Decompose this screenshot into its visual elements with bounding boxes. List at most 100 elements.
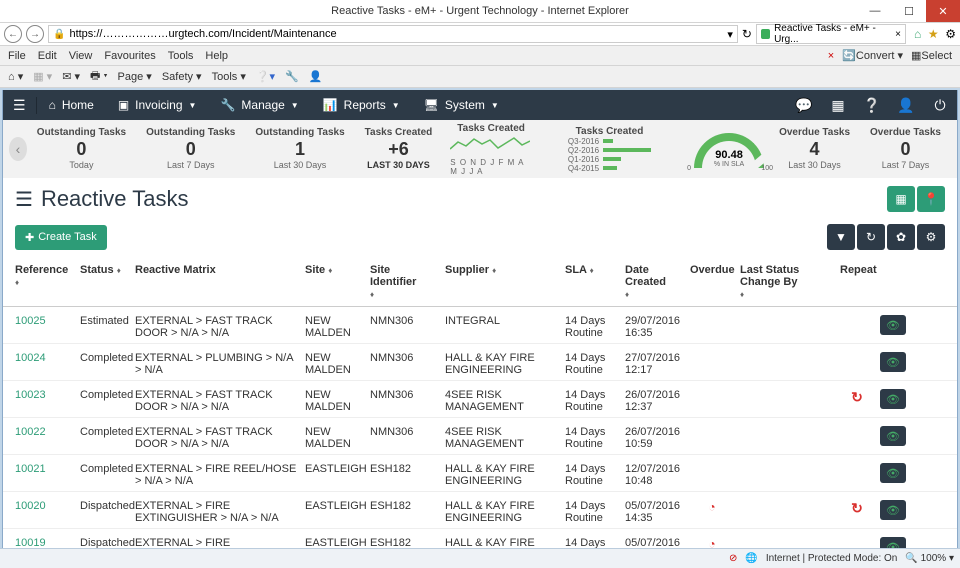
view-button[interactable]: 👁 bbox=[880, 352, 906, 372]
menu-edit[interactable]: Edit bbox=[38, 50, 57, 62]
create-task-button[interactable]: ✚ Create Task bbox=[15, 225, 107, 250]
feed-icon[interactable]: ▦ ▾ bbox=[33, 70, 52, 83]
col-overdue[interactable]: Overdue bbox=[690, 264, 735, 276]
reference-link[interactable]: 10025 bbox=[15, 315, 46, 327]
sort-icon[interactable]: ♦ bbox=[625, 290, 629, 299]
sort-icon[interactable]: ♦ bbox=[590, 266, 594, 275]
ext-icon-1[interactable]: 🔧 bbox=[285, 70, 299, 83]
site-id-cell: ESH182 bbox=[370, 463, 445, 487]
status-cell: Completed bbox=[80, 352, 135, 376]
sort-icon[interactable]: ♦ bbox=[492, 266, 496, 275]
dropdown-icon[interactable]: ▾ bbox=[727, 28, 733, 41]
view-button[interactable]: 👁 bbox=[880, 389, 906, 409]
menu-view[interactable]: View bbox=[69, 50, 93, 62]
view-button[interactable]: 👁 bbox=[880, 315, 906, 335]
user-icon[interactable]: 👤 bbox=[889, 97, 923, 114]
forward-button[interactable]: → bbox=[26, 25, 44, 43]
reference-link[interactable]: 10023 bbox=[15, 389, 46, 401]
tools-menu[interactable]: Tools ▾ bbox=[212, 70, 246, 83]
tasks-created-sparkline: Tasks Created S O N D J F M A M J J A bbox=[442, 119, 540, 180]
maximize-button[interactable]: ☐ bbox=[892, 0, 926, 22]
favorites-icon[interactable]: ★ bbox=[925, 27, 941, 41]
window-title: Reactive Tasks - eM+ - Urgent Technology… bbox=[331, 5, 629, 17]
nav-reports[interactable]: 📊Reports▼ bbox=[311, 90, 412, 120]
repeat-icon: ↻ bbox=[851, 389, 863, 405]
refresh-icon[interactable]: ↻ bbox=[742, 27, 752, 41]
tools-icon[interactable]: ⚙ bbox=[945, 27, 956, 41]
sort-icon[interactable]: ♦ bbox=[117, 266, 121, 275]
select-button[interactable]: ▦Select bbox=[911, 49, 952, 62]
sla-gauge: 90.48 % IN SLA 0 100 bbox=[689, 129, 769, 169]
menu-file[interactable]: File bbox=[8, 50, 26, 62]
col-sla[interactable]: SLA bbox=[565, 264, 587, 276]
grid-icon[interactable]: ▦ bbox=[821, 97, 855, 114]
view-button[interactable]: 👁 bbox=[880, 500, 906, 520]
sla-cell: 14 DaysRoutine bbox=[565, 500, 625, 524]
zoom-control[interactable]: 🔍 100% ▾ bbox=[905, 553, 954, 564]
menu-tools[interactable]: Tools bbox=[168, 50, 194, 62]
back-button[interactable]: ← bbox=[4, 25, 22, 43]
convert-button[interactable]: 🔄Convert ▾ bbox=[842, 49, 903, 62]
invoice-icon: ▣ bbox=[118, 98, 129, 112]
supplier-cell: INTEGRAL bbox=[445, 315, 565, 339]
address-bar[interactable]: 🔒 https://………………urgtech.com/Incident/Mai… bbox=[48, 25, 738, 43]
last-status-change-cell bbox=[740, 463, 840, 487]
sort-icon[interactable]: ♦ bbox=[740, 290, 744, 299]
reference-link[interactable]: 10020 bbox=[15, 500, 46, 512]
wrench-icon: 🔧 bbox=[220, 98, 235, 112]
kpi-scroll-left[interactable]: ‹ bbox=[9, 137, 27, 161]
nav-invoicing[interactable]: ▣Invoicing▼ bbox=[106, 90, 209, 120]
nav-home[interactable]: ⌂Home bbox=[37, 90, 106, 120]
gear-button[interactable]: ⚙ bbox=[917, 224, 945, 250]
sort-icon[interactable]: ♦ bbox=[370, 290, 374, 299]
chat-icon[interactable]: 💬 bbox=[787, 97, 821, 114]
sort-icon[interactable]: ♦ bbox=[15, 278, 19, 287]
nav-system[interactable]: 🖥System▼ bbox=[412, 90, 511, 120]
close-toolbar-icon[interactable]: × bbox=[828, 50, 834, 62]
col-reference[interactable]: Reference bbox=[15, 264, 68, 276]
col-site-identifier[interactable]: Site Identifier bbox=[370, 264, 416, 288]
col-last-status-change[interactable]: Last Status Change By bbox=[740, 264, 799, 288]
browser-tab[interactable]: Reactive Tasks - eM+ - Urg... × bbox=[756, 24, 906, 44]
tab-close-icon[interactable]: × bbox=[895, 29, 901, 40]
menu-help[interactable]: Help bbox=[205, 50, 228, 62]
reference-link[interactable]: 10021 bbox=[15, 463, 46, 475]
nav-manage[interactable]: 🔧Manage▼ bbox=[208, 90, 310, 120]
ext-icon-2[interactable]: 👤 bbox=[309, 70, 323, 83]
refresh-button[interactable]: ↻ bbox=[857, 224, 885, 250]
reference-link[interactable]: 10024 bbox=[15, 352, 46, 364]
repeat-cell: ↻ bbox=[840, 500, 880, 524]
col-site[interactable]: Site bbox=[305, 264, 325, 276]
help-icon[interactable]: ❔ bbox=[855, 97, 889, 114]
map-view-button[interactable]: 📍 bbox=[917, 186, 945, 212]
view-button[interactable]: 👁 bbox=[880, 426, 906, 446]
page-menu[interactable]: Page ▾ bbox=[118, 70, 152, 83]
safety-menu[interactable]: Safety ▾ bbox=[162, 70, 202, 83]
col-date-created[interactable]: Date Created bbox=[625, 264, 666, 288]
favicon-icon bbox=[761, 29, 770, 39]
help-icon[interactable]: ❔▾ bbox=[256, 70, 275, 83]
last-status-change-cell bbox=[740, 500, 840, 524]
reactive-matrix-cell: EXTERNAL > FAST TRACK DOOR > N/A > N/A bbox=[135, 426, 305, 450]
mail-icon[interactable]: ✉ ▾ bbox=[62, 70, 80, 83]
settings-button[interactable]: ✿ bbox=[887, 224, 915, 250]
col-supplier[interactable]: Supplier bbox=[445, 264, 489, 276]
col-reactive-matrix[interactable]: Reactive Matrix bbox=[135, 264, 216, 276]
table-row: 10022CompletedEXTERNAL > FAST TRACK DOOR… bbox=[3, 418, 957, 455]
filter-button[interactable]: ▼ bbox=[827, 224, 855, 250]
menu-favourites[interactable]: Favourites bbox=[104, 50, 155, 62]
overdue-icon: ◔ bbox=[708, 500, 715, 514]
sort-icon[interactable]: ♦ bbox=[328, 266, 332, 275]
view-button[interactable]: 👁 bbox=[880, 463, 906, 483]
print-icon[interactable]: 🖶 ▾ bbox=[90, 67, 108, 86]
grid-view-button[interactable]: ▦ bbox=[887, 186, 915, 212]
home-icon[interactable]: ⌂ bbox=[914, 27, 921, 41]
home-icon[interactable]: ⌂ ▾ bbox=[8, 70, 23, 83]
power-icon[interactable]: ⏻ bbox=[923, 97, 957, 114]
reference-link[interactable]: 10022 bbox=[15, 426, 46, 438]
minimize-button[interactable]: — bbox=[858, 0, 892, 22]
col-status[interactable]: Status bbox=[80, 264, 114, 276]
close-button[interactable]: ✕ bbox=[926, 0, 960, 22]
col-repeat[interactable]: Repeat bbox=[840, 264, 877, 276]
hamburger-menu[interactable]: ☰ bbox=[3, 97, 37, 114]
